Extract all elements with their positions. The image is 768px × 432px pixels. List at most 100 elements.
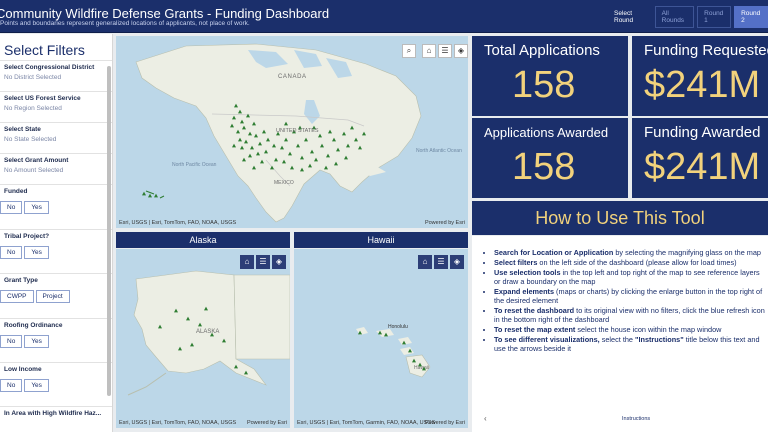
map-label-united-states: UNITED STATES (276, 128, 319, 134)
kpi-funding-requested: Funding Requested $241M (632, 36, 768, 116)
how-to-item: Select filters on the left side of the d… (494, 258, 768, 267)
hawaii-map-graphic: Honolulu Hawaii (356, 324, 431, 378)
filter-sidebar: Select Filters Select Congressional Dist… (0, 34, 113, 432)
filter-high-wildfire-hazard[interactable]: In Area with High Wildfire Haz... (0, 406, 112, 426)
kpi-applications-awarded: Applications Awarded 158 (472, 118, 628, 198)
layers-icon[interactable]: ◈ (272, 255, 286, 269)
map-label-north-atlantic: North Atlantic Ocean (416, 148, 462, 154)
map-attribution: Esri, USGS | Esri, TomTom, Garmin, FAO, … (297, 420, 436, 426)
filter-value: No Region Selected (4, 105, 62, 112)
filter-low-income: Low Income No Yes (0, 362, 112, 406)
filter-roofing-ordinance: Roofing Ordinance No Yes (0, 318, 112, 362)
round-selector-label: Select Round (614, 10, 634, 24)
tab-instructions[interactable]: Instructions (622, 416, 650, 422)
kpi-label: Funding Awarded (644, 124, 761, 141)
page-subtitle: Points and boundaries represent generali… (0, 20, 250, 27)
tribal-yes-button[interactable]: Yes (24, 246, 49, 259)
filter-grant-type: Grant Type CWPP Project (0, 273, 112, 318)
funded-no-button[interactable]: No (0, 201, 23, 214)
how-to-item: To reset the map extent select the house… (494, 325, 768, 334)
map-powered-by[interactable]: Powered by Esri (425, 220, 465, 226)
home-icon[interactable]: ⌂ (422, 44, 436, 58)
filter-value: No District Selected (4, 74, 62, 81)
page-title: Community Wildfire Defense Grants - Fund… (0, 6, 330, 21)
hawaii-panel-title: Hawaii (294, 232, 468, 248)
how-to-list: Search for Location or Application by se… (472, 248, 768, 353)
round-all-button[interactable]: All Rounds (654, 6, 695, 28)
map-powered-by[interactable]: Powered by Esri (247, 420, 287, 426)
round-selector: Select Round All Rounds Round 1 Round 2 (614, 6, 768, 28)
home-icon[interactable]: ⌂ (418, 255, 432, 269)
list-icon[interactable]: ☰ (438, 44, 452, 58)
list-icon[interactable]: ☰ (434, 255, 448, 269)
filter-value: No State Selected (4, 136, 57, 143)
funded-yes-button[interactable]: Yes (24, 201, 49, 214)
how-to-footer: ‹ Instructions (472, 414, 768, 426)
filter-label: Roofing Ordinance (4, 322, 63, 329)
kpi-funding-awarded: Funding Awarded $241M (632, 118, 768, 198)
how-to-panel: Search for Location or Application by se… (472, 236, 768, 432)
filter-label: Select Congressional District (4, 64, 95, 71)
filter-congressional-district[interactable]: Select Congressional District No Distric… (0, 60, 112, 91)
application-marker[interactable] (148, 193, 152, 198)
grant-type-cwpp-button[interactable]: CWPP (0, 290, 34, 303)
map-label-mexico: MEXICO (274, 180, 294, 186)
kpi-label: Total Applications (484, 42, 600, 59)
hawaii-map[interactable]: Honolulu Hawaii ⌂ ☰ ◈ Esri, USGS | Esri,… (294, 249, 468, 428)
kpi-value: $241M (644, 64, 761, 106)
how-to-item: To see different visualizations, select … (494, 335, 768, 353)
kpi-label: Funding Requested (644, 42, 768, 59)
grant-type-project-button[interactable]: Project (35, 290, 70, 303)
alaska-map-toolbar: ⌂ ☰ ◈ (240, 255, 286, 269)
application-marker[interactable] (142, 191, 146, 196)
hawaii-map-toolbar: ⌂ ☰ ◈ (418, 255, 464, 269)
map-label-honolulu: Honolulu (388, 324, 408, 330)
filter-funded: Funded No Yes (0, 184, 112, 229)
map-powered-by[interactable]: Powered by Esri (425, 420, 465, 426)
roofing-no-button[interactable]: No (0, 335, 23, 348)
alaska-map[interactable]: ALASKA ⌂ ☰ ◈ Esri, USGS | Esri, TomTom, … (116, 249, 290, 428)
filter-label: Grant Type (4, 277, 38, 284)
filter-label: Low Income (4, 366, 42, 373)
main-map-toolbar: ⌕ ⌂ ☰ ◈ (402, 44, 468, 58)
filter-label: Select US Forest Service (4, 95, 81, 102)
how-to-item: Expand elements (maps or charts) by clic… (494, 287, 768, 305)
map-label-canada: CANADA (278, 74, 307, 80)
kpi-label: Applications Awarded (484, 125, 609, 140)
map-attribution: Esri, USGS | Esri, TomTom, FAO, NOAA, US… (119, 420, 237, 426)
sidebar-scrollbar[interactable] (107, 66, 111, 396)
layers-icon[interactable]: ◈ (450, 255, 464, 269)
filter-grant-amount[interactable]: Select Grant Amount No Amount Selected (0, 153, 112, 184)
filter-label: Select State (4, 126, 41, 133)
tribal-no-button[interactable]: No (0, 246, 23, 259)
home-icon[interactable]: ⌂ (240, 255, 254, 269)
filter-forest-service[interactable]: Select US Forest Service No Region Selec… (0, 91, 112, 122)
kpi-value: $241M (644, 146, 761, 188)
list-icon[interactable]: ☰ (256, 255, 270, 269)
app-header: Community Wildfire Defense Grants - Fund… (0, 0, 768, 33)
map-label-alaska: ALASKA (196, 329, 219, 335)
low-income-no-button[interactable]: No (0, 379, 23, 392)
filter-label: In Area with High Wildfire Haz... (4, 410, 102, 417)
how-to-title: How to Use This Tool (472, 201, 768, 235)
filter-tribal-project: Tribal Project? No Yes (0, 229, 112, 273)
kpi-total-applications: Total Applications 158 (472, 36, 628, 116)
search-icon[interactable]: ⌕ (402, 44, 416, 58)
chevron-left-icon[interactable]: ‹ (484, 414, 487, 423)
filter-label: Tribal Project? (4, 233, 50, 240)
main-map[interactable]: CANADA UNITED STATES MEXICO North Pacifi… (116, 36, 468, 228)
filter-state[interactable]: Select State No State Selected (0, 122, 112, 153)
alaska-panel-title: Alaska (116, 232, 290, 248)
kpi-value: 158 (512, 64, 576, 106)
main-map-graphic: CANADA UNITED STATES MEXICO North Pacifi… (135, 43, 462, 223)
layers-icon[interactable]: ◈ (454, 44, 468, 58)
alaska-map-graphic: ALASKA (127, 270, 290, 396)
how-to-item: Search for Location or Application by se… (494, 248, 768, 257)
roofing-yes-button[interactable]: Yes (24, 335, 49, 348)
filter-label: Select Grant Amount (4, 157, 69, 164)
round-2-button[interactable]: Round 2 (734, 6, 768, 28)
round-1-button[interactable]: Round 1 (697, 6, 732, 28)
low-income-yes-button[interactable]: Yes (24, 379, 49, 392)
application-marker[interactable] (154, 193, 158, 198)
how-to-item: To reset the dashboard to its original v… (494, 306, 768, 324)
